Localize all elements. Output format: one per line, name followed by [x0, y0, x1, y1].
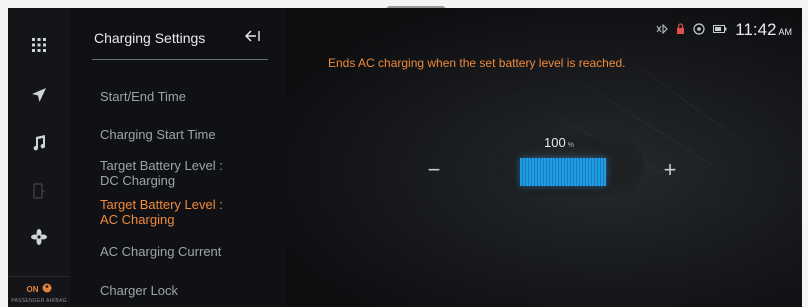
settings-menu: Charging Settings Start/End Time Chargin…	[70, 8, 286, 307]
navigation-icon[interactable]	[8, 78, 70, 112]
menu-item-ac-charging-current[interactable]: AC Charging Current	[100, 244, 221, 259]
menu-item-label: Start/End Time	[100, 89, 186, 104]
increase-button[interactable]: +	[658, 157, 682, 182]
menu-item-line2: AC Charging	[100, 212, 175, 227]
content-area: 11:42 AM Ends AC charging when the set b…	[286, 8, 802, 307]
icon-rail: ON PASSENGER AIRBAG	[8, 8, 71, 307]
bezel-left	[0, 0, 8, 307]
battery-level-value: 100	[544, 135, 566, 150]
menu-item-line1: Target Battery Level :	[100, 158, 223, 173]
menu-item-start-end-time[interactable]: Start/End Time	[100, 89, 186, 104]
menu-item-line1: Target Battery Level :	[100, 197, 223, 212]
airbag-status: ON	[26, 284, 39, 294]
fan-icon[interactable]	[8, 220, 70, 254]
music-icon[interactable]	[8, 126, 70, 160]
menu-item-charger-lock[interactable]: Charger Lock	[100, 283, 178, 298]
decrease-button[interactable]: −	[422, 157, 446, 182]
menu-item-target-dc[interactable]: Target Battery Level : DC Charging	[100, 158, 223, 188]
battery-level-unit: %	[567, 142, 574, 149]
seat-heat-icon	[693, 23, 705, 37]
menu-item-target-ac[interactable]: Target Battery Level : AC Charging	[100, 197, 223, 227]
clock-time: 11:42	[735, 20, 777, 39]
battery-icon	[713, 25, 727, 35]
airbag-label: PASSENGER AIRBAG	[11, 298, 67, 304]
plus-symbol: +	[663, 157, 677, 182]
battery-level-fill	[520, 158, 606, 186]
back-button[interactable]	[240, 26, 264, 48]
setting-description: Ends AC charging when the set battery le…	[328, 56, 626, 70]
bluetooth-audio-icon	[656, 23, 668, 36]
menu-item-charging-start-time[interactable]: Charging Start Time	[100, 127, 216, 142]
passenger-lock-icon	[676, 23, 685, 37]
menu-item-line2: DC Charging	[100, 173, 176, 188]
clock-ampm: AM	[778, 27, 793, 37]
status-bar: 11:42 AM	[656, 20, 792, 40]
page-title: Charging Settings	[94, 30, 206, 46]
menu-item-label: Charging Start Time	[100, 127, 216, 142]
back-arrow-icon	[244, 29, 260, 46]
passenger-airbag-indicator: ON PASSENGER AIRBAG	[8, 276, 70, 307]
title-divider	[92, 59, 268, 60]
phone-icon[interactable]	[8, 174, 70, 208]
menu-item-label: AC Charging Current	[100, 244, 222, 259]
menu-item-label: Charger Lock	[100, 283, 179, 298]
bezel-right	[802, 0, 808, 307]
minus-symbol: −	[427, 157, 441, 182]
apps-grid-icon[interactable]	[8, 28, 70, 62]
airbag-icon	[42, 280, 52, 298]
battery-level-label: 100%	[544, 135, 574, 150]
battery-level-gauge[interactable]	[520, 158, 606, 186]
